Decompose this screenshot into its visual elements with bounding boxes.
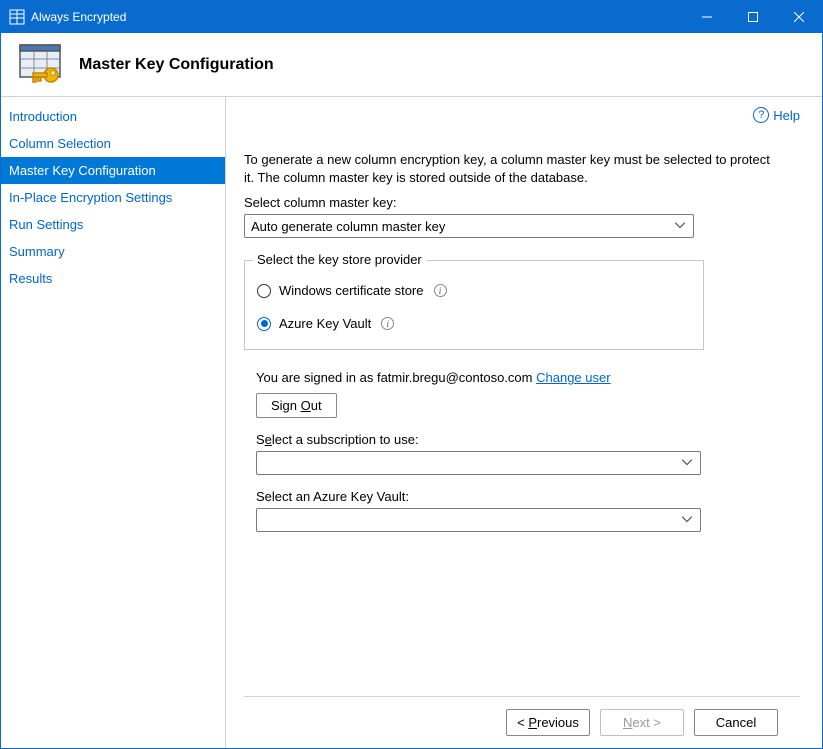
- signed-in-prefix: You are signed in as: [256, 370, 377, 385]
- info-icon[interactable]: i: [381, 317, 394, 330]
- main-content: ? Help To generate a new column encrypti…: [226, 97, 822, 748]
- sidebar-item-label: Master Key Configuration: [9, 163, 156, 178]
- sidebar-item-results[interactable]: Results: [1, 265, 225, 292]
- sidebar-item-label: Column Selection: [9, 136, 111, 151]
- radio-label: Azure Key Vault: [279, 316, 371, 331]
- select-subscription-dropdown[interactable]: [256, 451, 701, 475]
- previous-button[interactable]: < Previous: [506, 709, 590, 736]
- page-title: Master Key Configuration: [79, 56, 274, 74]
- titlebar: Always Encrypted: [1, 1, 822, 33]
- select-key-vault-label: Select an Azure Key Vault:: [256, 489, 720, 504]
- signed-in-text: You are signed in as fatmir.bregu@contos…: [256, 370, 800, 385]
- dialog-body: Introduction Column Selection Master Key…: [1, 97, 822, 748]
- chevron-down-icon: [682, 458, 692, 469]
- select-subscription-label: Select a subscription to use:: [256, 432, 720, 447]
- maximize-button[interactable]: [730, 1, 776, 33]
- description-text: To generate a new column encryption key,…: [244, 151, 770, 187]
- footer: < Previous Next > Cancel: [244, 696, 800, 748]
- help-icon: ?: [753, 107, 769, 123]
- radio-icon: [257, 317, 271, 331]
- chevron-down-icon: [675, 221, 685, 232]
- signed-in-email: fatmir.bregu@contoso.com: [377, 370, 533, 385]
- page-header: Master Key Configuration: [1, 33, 822, 97]
- sidebar-item-in-place-encryption-settings[interactable]: In-Place Encryption Settings: [1, 184, 225, 211]
- sidebar-item-label: Run Settings: [9, 217, 83, 232]
- sign-out-button[interactable]: Sign Out: [256, 393, 337, 418]
- help-label: Help: [773, 108, 800, 123]
- key-table-icon: [17, 41, 65, 89]
- sidebar-item-label: Introduction: [9, 109, 77, 124]
- sidebar-item-label: Summary: [9, 244, 65, 259]
- change-user-link[interactable]: Change user: [536, 370, 610, 385]
- select-master-key-dropdown[interactable]: Auto generate column master key: [244, 214, 694, 238]
- key-store-provider-group: Select the key store provider Windows ce…: [244, 260, 704, 350]
- select-master-key-value: Auto generate column master key: [251, 219, 445, 234]
- sidebar-item-run-settings[interactable]: Run Settings: [1, 211, 225, 238]
- select-master-key-label: Select column master key:: [244, 195, 800, 210]
- chevron-down-icon: [682, 515, 692, 526]
- sidebar-item-column-selection[interactable]: Column Selection: [1, 130, 225, 157]
- sidebar-item-master-key-configuration[interactable]: Master Key Configuration: [1, 157, 225, 184]
- sidebar: Introduction Column Selection Master Key…: [1, 97, 226, 748]
- window-controls: [684, 1, 822, 33]
- dialog-window: Always Encrypted: [0, 0, 823, 749]
- sidebar-item-label: Results: [9, 271, 52, 286]
- radio-label: Windows certificate store: [279, 283, 424, 298]
- radio-icon: [257, 284, 271, 298]
- radio-option-azure-key-vault[interactable]: Azure Key Vault i: [257, 316, 691, 331]
- help-link[interactable]: ? Help: [753, 107, 800, 123]
- sidebar-item-summary[interactable]: Summary: [1, 238, 225, 265]
- sidebar-item-label: In-Place Encryption Settings: [9, 190, 172, 205]
- next-button: Next >: [600, 709, 684, 736]
- radio-option-windows-cert-store[interactable]: Windows certificate store i: [257, 283, 691, 298]
- info-icon[interactable]: i: [434, 284, 447, 297]
- key-store-provider-legend: Select the key store provider: [253, 252, 426, 267]
- cancel-button[interactable]: Cancel: [694, 709, 778, 736]
- select-key-vault-dropdown[interactable]: [256, 508, 701, 532]
- close-button[interactable]: [776, 1, 822, 33]
- minimize-button[interactable]: [684, 1, 730, 33]
- app-icon: [9, 9, 25, 25]
- window-title: Always Encrypted: [31, 10, 684, 24]
- sidebar-item-introduction[interactable]: Introduction: [1, 103, 225, 130]
